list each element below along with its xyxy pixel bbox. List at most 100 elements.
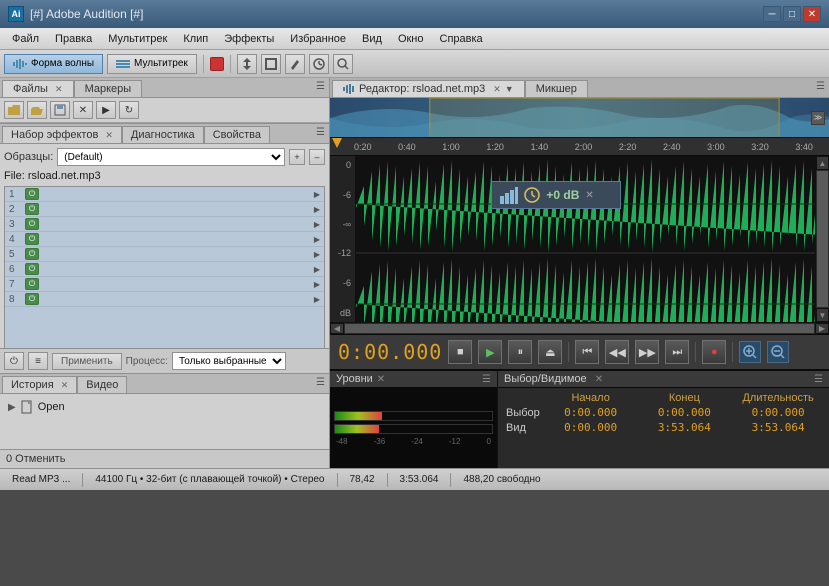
- zoom-out-button[interactable]: [767, 341, 789, 363]
- tool-button-1[interactable]: [237, 54, 257, 74]
- zoom-in-button[interactable]: [739, 341, 761, 363]
- tab-properties[interactable]: Свойства: [204, 126, 270, 143]
- effect-power-6[interactable]: ⏻: [25, 263, 39, 275]
- effect-power-5[interactable]: ⏻: [25, 248, 39, 260]
- menu-multitrack[interactable]: Мультитрек: [100, 28, 175, 49]
- playhead[interactable]: [332, 138, 342, 148]
- effect-power-1[interactable]: ⏻: [25, 188, 39, 200]
- apply-button[interactable]: Применить: [52, 353, 122, 370]
- overview-scroll[interactable]: ≫: [811, 111, 825, 125]
- effects-tabs: Набор эффектов ✕ Диагностика Свойства ☰: [0, 124, 329, 144]
- levels-menu[interactable]: ☰: [482, 374, 491, 385]
- presets-select[interactable]: (Default): [57, 148, 285, 166]
- tab-video[interactable]: Видео: [77, 376, 127, 393]
- effect-item-7[interactable]: 7 ⏻ ▶: [5, 277, 324, 292]
- tab-effects[interactable]: Набор эффектов ✕: [2, 126, 122, 143]
- multitrack-view-button[interactable]: Мультитрек: [107, 54, 197, 74]
- history-panel-menu[interactable]: ☰: [316, 377, 325, 388]
- editor-panel-menu[interactable]: ☰: [816, 81, 825, 92]
- scroll-up-arrow[interactable]: ▲: [816, 156, 829, 170]
- editor-tab-close[interactable]: ✕: [493, 84, 501, 95]
- waveform-area[interactable]: 0 -6 -∞ -12 -6 dB: [330, 156, 829, 322]
- menu-window[interactable]: Окно: [390, 28, 432, 49]
- save-file-button[interactable]: [50, 101, 70, 119]
- effects-list-btn[interactable]: ≡: [28, 352, 48, 370]
- eject-button[interactable]: ⏏: [538, 340, 562, 364]
- waveform-scrollbar-h[interactable]: ◀ ▶: [330, 322, 829, 334]
- tab-markers[interactable]: Маркеры: [74, 80, 143, 97]
- presets-add-btn[interactable]: +: [289, 149, 305, 165]
- effect-power-3[interactable]: ⏻: [25, 218, 39, 230]
- tab-mixer[interactable]: Микшер: [525, 80, 588, 97]
- open-file-button-2[interactable]: [27, 101, 47, 119]
- waveform-overview[interactable]: ≫: [330, 98, 829, 138]
- waveform-view-button[interactable]: Форма волны: [4, 54, 103, 74]
- selection-close[interactable]: ✕: [595, 374, 603, 385]
- files-tab-close[interactable]: ✕: [55, 84, 63, 94]
- scroll-thumb-h[interactable]: [345, 324, 814, 333]
- play-button[interactable]: ▶: [478, 340, 502, 364]
- menu-file[interactable]: Файл: [4, 28, 47, 49]
- popup-close-button[interactable]: ✕: [585, 190, 593, 201]
- editor-tab-dropdown[interactable]: ▼: [505, 84, 514, 94]
- effect-power-7[interactable]: ⏻: [25, 278, 39, 290]
- levels-content: -48 -36 -24 -12 0: [330, 388, 497, 468]
- panel-menu-icon[interactable]: ☰: [316, 81, 325, 92]
- waveform-canvas[interactable]: dB dB 0 -6 -12 -6 0 -6 -12 -6 L: [356, 156, 815, 322]
- maximize-button[interactable]: □: [783, 6, 801, 22]
- menu-effects[interactable]: Эффекты: [216, 28, 282, 49]
- fast-forward-button[interactable]: ▶▶: [635, 340, 659, 364]
- effect-item-2[interactable]: 2 ⏻ ▶: [5, 202, 324, 217]
- stop-button[interactable]: ■: [448, 340, 472, 364]
- tool-button-2[interactable]: [261, 54, 281, 74]
- tab-history[interactable]: История ✕: [2, 376, 77, 393]
- effect-item-6[interactable]: 6 ⏻ ▶: [5, 262, 324, 277]
- tool-button-5[interactable]: [333, 54, 353, 74]
- process-select[interactable]: Только выбранные: [172, 352, 286, 370]
- history-tab-close[interactable]: ✕: [61, 380, 69, 390]
- effects-bottom: ⏻ ≡ Применить Процесс: Только выбранные: [0, 348, 329, 373]
- menu-help[interactable]: Справка: [432, 28, 491, 49]
- minimize-button[interactable]: ─: [763, 6, 781, 22]
- menu-view[interactable]: Вид: [354, 28, 390, 49]
- tab-diagnostics[interactable]: Диагностика: [122, 126, 204, 143]
- close-file-button[interactable]: ✕: [73, 101, 93, 119]
- history-item-open[interactable]: ▶ Open: [4, 398, 325, 416]
- loop-file-button[interactable]: ↻: [119, 101, 139, 119]
- menu-edit[interactable]: Правка: [47, 28, 100, 49]
- pause-button[interactable]: ⏸: [508, 340, 532, 364]
- scroll-thumb-v[interactable]: [817, 171, 828, 307]
- effect-item-4[interactable]: 4 ⏻ ▶: [5, 232, 324, 247]
- tab-editor[interactable]: Редактор: rsload.net.mp3 ✕ ▼: [332, 80, 525, 97]
- presets-remove-btn[interactable]: –: [309, 149, 325, 165]
- tab-files[interactable]: Файлы ✕: [2, 80, 74, 97]
- scroll-left-arrow[interactable]: ◀: [330, 323, 344, 334]
- effect-item-1[interactable]: 1 ⏻ ▶: [5, 187, 324, 202]
- effect-power-2[interactable]: ⏻: [25, 203, 39, 215]
- play-file-button[interactable]: ▶: [96, 101, 116, 119]
- tool-button-4[interactable]: [309, 54, 329, 74]
- open-file-button[interactable]: [4, 101, 24, 119]
- menu-favorites[interactable]: Избранное: [282, 28, 354, 49]
- effect-power-4[interactable]: ⏻: [25, 233, 39, 245]
- effect-power-8[interactable]: ⏻: [25, 293, 39, 305]
- record-button[interactable]: ●: [702, 340, 726, 364]
- scroll-right-arrow[interactable]: ▶: [815, 323, 829, 334]
- close-button[interactable]: ✕: [803, 6, 821, 22]
- tool-button-3[interactable]: [285, 54, 305, 74]
- effect-item-5[interactable]: 5 ⏻ ▶: [5, 247, 324, 262]
- effect-item-3[interactable]: 3 ⏻ ▶: [5, 217, 324, 232]
- goto-end-button[interactable]: ⏭: [665, 340, 689, 364]
- effects-tab-close[interactable]: ✕: [105, 130, 113, 140]
- scroll-down-arrow[interactable]: ▼: [816, 308, 829, 322]
- menu-clip[interactable]: Клип: [175, 28, 216, 49]
- selection-menu[interactable]: ☰: [814, 374, 823, 385]
- levels-close[interactable]: ✕: [377, 374, 385, 385]
- rewind-button[interactable]: ◀◀: [605, 340, 629, 364]
- goto-start-button[interactable]: ⏮: [575, 340, 599, 364]
- effect-item-8[interactable]: 8 ⏻ ▶: [5, 292, 324, 307]
- effects-power-all[interactable]: ⏻: [4, 352, 24, 370]
- files-toolbar: ✕ ▶ ↻: [0, 98, 329, 123]
- effects-panel-menu[interactable]: ☰: [316, 127, 325, 138]
- waveform-scrollbar-v[interactable]: ▲ ▼: [815, 156, 829, 322]
